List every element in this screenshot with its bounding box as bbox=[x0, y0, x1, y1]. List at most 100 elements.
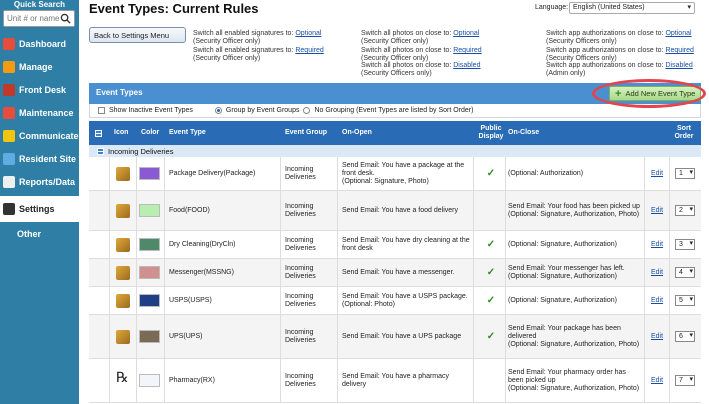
sort-order-select[interactable]: 1 bbox=[672, 157, 698, 190]
col-sort-order: Sort Order bbox=[674, 125, 694, 140]
no-grouping-label: No Grouping (Event Types are listed by S… bbox=[314, 107, 474, 114]
sidebar-item-reports-data[interactable]: Reports/Data bbox=[0, 170, 79, 193]
color-cell bbox=[139, 359, 160, 402]
event-icon-cell bbox=[116, 191, 130, 230]
sort-order-value[interactable]: 3 bbox=[675, 239, 695, 250]
sidebar-item-dashboard[interactable]: Dashboard bbox=[0, 32, 79, 55]
edit-link-label[interactable]: Edit bbox=[651, 297, 663, 305]
edit-link[interactable]: Edit bbox=[646, 359, 668, 402]
toggle-scope: (Security Officers only) bbox=[361, 70, 432, 77]
bulk-toggle: Switch all photos on close to: Disabled (… bbox=[361, 62, 480, 78]
edit-link[interactable]: Edit bbox=[646, 259, 668, 286]
sort-order-select[interactable]: 3 bbox=[672, 231, 698, 258]
language-select[interactable]: English (United States) ▾ bbox=[569, 2, 695, 14]
sidebar-item-resident-site[interactable]: Resident Site bbox=[0, 147, 79, 170]
edit-link[interactable]: Edit bbox=[646, 157, 668, 190]
show-inactive-checkbox[interactable] bbox=[98, 107, 105, 114]
back-to-settings-button[interactable]: Back to Settings Menu bbox=[89, 27, 186, 43]
sort-order-select[interactable]: 4 bbox=[672, 259, 698, 286]
toggle-link-required[interactable]: Required bbox=[665, 47, 693, 54]
on-close-text: Send Email: Your messenger has left. (Op… bbox=[508, 264, 625, 280]
event-icon-cell bbox=[116, 231, 130, 258]
edit-link[interactable]: Edit bbox=[646, 231, 668, 258]
sort-order-value[interactable]: 1 bbox=[675, 168, 695, 179]
table-row: ℞ Pharmacy(RX) Incoming Deliveries Send Ema… bbox=[89, 359, 701, 403]
sort-order-value[interactable]: 6 bbox=[675, 331, 695, 342]
toggle-link-optional[interactable]: Optional bbox=[453, 30, 479, 37]
event-icon-cell: ℞ bbox=[116, 359, 130, 402]
toggle-scope: (Security Officers only) bbox=[546, 55, 617, 62]
edit-link-label[interactable]: Edit bbox=[651, 170, 663, 178]
sort-order-select[interactable]: 2 bbox=[672, 191, 698, 230]
edit-link-label[interactable]: Edit bbox=[651, 241, 663, 249]
color-cell bbox=[139, 259, 160, 286]
on-open-text: Send Email: You have a USPS package. (Op… bbox=[342, 292, 468, 308]
reports-icon bbox=[3, 175, 15, 188]
no-grouping-radio[interactable] bbox=[303, 107, 311, 114]
search-icon[interactable] bbox=[60, 13, 71, 24]
section-title: Event Types bbox=[96, 88, 143, 97]
event-icon-cell bbox=[116, 259, 130, 286]
sidebar-item-label: Settings bbox=[19, 204, 55, 214]
on-open-text: Send Email: You have dry cleaning at the… bbox=[342, 236, 470, 252]
sort-order-value[interactable]: 2 bbox=[675, 205, 695, 216]
on-open-text: Send Email: You have a UPS package bbox=[342, 332, 462, 340]
sidebar-item-settings[interactable]: Settings bbox=[0, 196, 79, 222]
sidebar-item-maintenance[interactable]: Maintenance bbox=[0, 101, 79, 124]
event-types-table: Icon Color Event Type Event Group On-Ope… bbox=[89, 121, 701, 403]
toggle-link-disabled[interactable]: Disabled bbox=[665, 62, 692, 69]
sidebar-item-label: Communicate bbox=[19, 130, 79, 141]
edit-link[interactable]: Edit bbox=[646, 191, 668, 230]
event-icon-cell bbox=[116, 157, 130, 190]
add-button-label: Add New Event Type bbox=[625, 89, 696, 98]
group-by-radio[interactable] bbox=[214, 107, 222, 114]
col-event-type: Event Type bbox=[169, 129, 206, 136]
sort-order-value[interactable]: 5 bbox=[675, 295, 695, 306]
edit-link-label[interactable]: Edit bbox=[651, 207, 663, 215]
toggle-link-optional[interactable]: Optional bbox=[295, 30, 321, 37]
sidebar-item-label: Front Desk bbox=[19, 84, 67, 95]
event-type-name: Messenger(MSSNG) bbox=[169, 268, 234, 276]
bulk-toggle: Switch all photos on close to: Required (… bbox=[361, 47, 482, 63]
sidebar-item-manage[interactable]: Manage bbox=[0, 55, 79, 78]
toggle-scope: (Security Officers only) bbox=[546, 38, 617, 45]
toggle-link-required[interactable]: Required bbox=[453, 47, 481, 54]
toggle-link-disabled[interactable]: Disabled bbox=[453, 62, 480, 69]
check-icon: ✓ bbox=[486, 294, 496, 306]
check-icon: ✓ bbox=[486, 238, 496, 250]
sort-order-value[interactable]: 7 bbox=[675, 375, 695, 386]
edit-link-label[interactable]: Edit bbox=[651, 333, 663, 341]
event-type-name: Dry Cleaning(DryCln) bbox=[169, 240, 236, 248]
sort-order-value[interactable]: 4 bbox=[675, 267, 695, 278]
col-on-close: On-Close bbox=[508, 129, 540, 136]
check-icon: ✓ bbox=[486, 266, 496, 278]
language-label: Language: bbox=[535, 4, 569, 11]
ups-icon bbox=[116, 329, 130, 344]
sort-order-select[interactable]: 6 bbox=[672, 315, 698, 358]
sidebar-item-other[interactable]: Other bbox=[0, 222, 79, 245]
check-icon: ✓ bbox=[486, 330, 496, 342]
toggle-link-required[interactable]: Required bbox=[295, 47, 323, 54]
main-content: Event Types: Current Rules Language: Eng… bbox=[79, 0, 709, 404]
on-close-text: Send Email: Your package has been delive… bbox=[508, 324, 640, 348]
add-new-event-type-button[interactable]: + Add New Event Type bbox=[609, 86, 701, 101]
collapse-group-icon[interactable] bbox=[97, 147, 104, 155]
sidebar-item-communicate[interactable]: Communicate bbox=[0, 124, 79, 147]
edit-link-label[interactable]: Edit bbox=[651, 377, 663, 385]
public-display-cell: ✓ bbox=[477, 157, 505, 190]
edit-link[interactable]: Edit bbox=[646, 287, 668, 314]
quick-search-input[interactable] bbox=[4, 11, 60, 26]
edit-link-label[interactable]: Edit bbox=[651, 269, 663, 277]
sidebar-item-label: Resident Site bbox=[19, 153, 77, 164]
bulk-toggle: Switch app authorizations on close to: D… bbox=[546, 62, 693, 78]
sort-order-select[interactable]: 5 bbox=[672, 287, 698, 314]
event-type-name: Food(FOOD) bbox=[169, 206, 210, 214]
event-icon-cell bbox=[116, 315, 130, 358]
toggle-link-optional[interactable]: Optional bbox=[665, 30, 691, 37]
public-display-cell: ✓ bbox=[477, 315, 505, 358]
sort-order-select[interactable]: 7 bbox=[672, 359, 698, 402]
collapse-all-icon[interactable] bbox=[95, 129, 102, 137]
edit-link[interactable]: Edit bbox=[646, 315, 668, 358]
sidebar-item-front-desk[interactable]: Front Desk bbox=[0, 78, 79, 101]
show-inactive-label: Show Inactive Event Types bbox=[109, 107, 193, 114]
